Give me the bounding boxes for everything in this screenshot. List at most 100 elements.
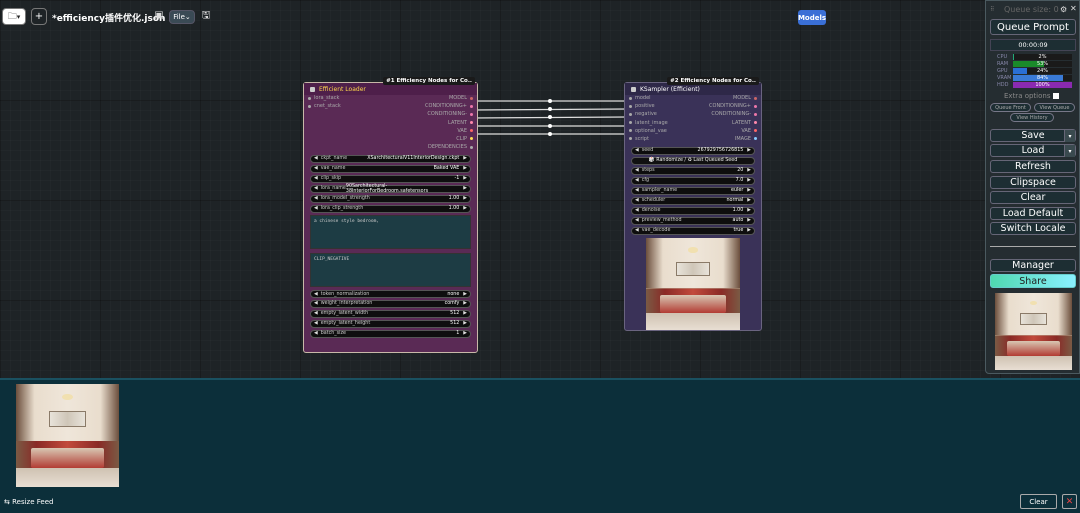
arrow-left-icon[interactable]: ◀ xyxy=(314,166,318,171)
view-queue-button[interactable]: View Queue xyxy=(1034,103,1075,112)
input-slot[interactable]: model xyxy=(629,95,651,101)
input-slot[interactable]: cnet_stack xyxy=(308,103,341,109)
dropdown-icon[interactable]: ▾ xyxy=(1064,130,1075,142)
efficient-loader-node[interactable]: #1 Efficiency Nodes for Co.. Efficient L… xyxy=(303,77,478,353)
widget-node2.widgets-2[interactable]: ◀ sampler_name euler ▶ xyxy=(631,186,755,195)
arrow-left-icon[interactable]: ◀ xyxy=(314,156,318,161)
output-slot[interactable]: CONDITIONING- xyxy=(711,111,757,117)
arrow-left-icon[interactable]: ◀ xyxy=(314,301,318,306)
seed-widget[interactable]: ◀ seed 267929756726815 ▶ xyxy=(631,146,755,155)
menu-button-switch-locale[interactable]: Switch Locale xyxy=(990,222,1076,235)
output-slot[interactable]: CONDITIONING- xyxy=(427,111,473,117)
arrow-right-icon[interactable]: ▶ xyxy=(747,198,751,203)
output-slot[interactable]: DEPENDENCIES xyxy=(428,144,473,150)
widget-node1.widgets_top-2[interactable]: ◀ clip_skip -1 ▶ xyxy=(310,174,471,183)
widget-node2.widgets-4[interactable]: ◀ denoise 1.00 ▶ xyxy=(631,206,755,215)
menu-button-clipspace[interactable]: Clipspace xyxy=(990,176,1076,189)
arrow-left-icon[interactable]: ◀ xyxy=(635,148,639,153)
arrow-right-icon[interactable]: ▶ xyxy=(747,188,751,193)
arrow-right-icon[interactable]: ▶ xyxy=(463,292,467,297)
negative-prompt-textarea[interactable]: CLIP_NEGATIVE xyxy=(310,252,471,287)
output-slot[interactable]: MODEL xyxy=(733,95,757,101)
arrow-right-icon[interactable]: ▶ xyxy=(747,228,751,233)
input-slot[interactable]: latent_image xyxy=(629,120,668,126)
arrow-right-icon[interactable]: ▶ xyxy=(463,196,467,201)
positive-prompt-textarea[interactable]: a chinese style bedroom, xyxy=(310,214,471,249)
randomize-seed-button[interactable]: 🎲 Randomize / ♻ Last Queued Seed xyxy=(631,156,755,165)
arrow-left-icon[interactable]: ◀ xyxy=(314,206,318,211)
arrow-right-icon[interactable]: ▶ xyxy=(463,156,467,161)
arrow-left-icon[interactable]: ◀ xyxy=(314,176,318,181)
close-feed-icon[interactable]: ✕ xyxy=(1062,494,1077,509)
arrow-left-icon[interactable]: ◀ xyxy=(314,186,318,191)
arrow-left-icon[interactable]: ◀ xyxy=(314,292,318,297)
arrow-left-icon[interactable]: ◀ xyxy=(314,311,318,316)
widget-node2.widgets-1[interactable]: ◀ cfg 7.0 ▶ xyxy=(631,176,755,185)
output-slot[interactable]: CONDITIONING+ xyxy=(709,103,757,109)
widget-node1.widgets_bottom-4[interactable]: ◀ batch_size 1 ▶ xyxy=(310,329,471,339)
menu-button-load-default[interactable]: Load Default xyxy=(990,207,1076,220)
arrow-right-icon[interactable]: ▶ xyxy=(463,321,467,326)
menu-button-save[interactable]: Save ▾ xyxy=(990,129,1076,142)
output-slot[interactable]: VAE xyxy=(741,128,757,134)
input-slot[interactable]: optional_vae xyxy=(629,128,667,134)
widget-node1.widgets_top-0[interactable]: ◀ ckpt_name XSarchitecturalV11InteriorDesi… xyxy=(310,154,471,163)
arrow-right-icon[interactable]: ▶ xyxy=(747,178,751,183)
input-slot[interactable]: negative xyxy=(629,111,657,117)
widget-node1.widgets_top-3[interactable]: ◀ lora_name 90Sarchitectural-38InteriorFor… xyxy=(310,184,471,194)
widget-node2.widgets-5[interactable]: ◀ preview_method auto ▶ xyxy=(631,216,755,225)
menu-button-clear[interactable]: Clear xyxy=(990,191,1076,204)
widget-node2.widgets-0[interactable]: ◀ steps 20 ▶ xyxy=(631,166,755,175)
widget-node1.widgets_bottom-2[interactable]: ◀ empty_latent_width 512 ▶ xyxy=(310,309,471,319)
arrow-right-icon[interactable]: ▶ xyxy=(747,168,751,173)
output-slot[interactable]: IMAGE xyxy=(735,136,757,142)
extra-options-toggle[interactable]: Extra options xyxy=(1004,92,1060,100)
share-button[interactable]: Share xyxy=(990,274,1076,288)
input-slot[interactable]: lora_stack xyxy=(308,95,339,101)
input-slot[interactable]: positive xyxy=(629,103,655,109)
arrow-right-icon[interactable]: ▶ xyxy=(463,176,467,181)
arrow-right-icon[interactable]: ▶ xyxy=(747,218,751,223)
clear-feed-button[interactable]: Clear xyxy=(1020,494,1057,509)
arrow-left-icon[interactable]: ◀ xyxy=(635,168,639,173)
graph-canvas[interactable]: 🗀 ▾ + *efficiency插件优化.json 3 ▣ File ⌄ 🖫 Mo… xyxy=(0,0,1080,378)
queue-front-button[interactable]: Queue Front xyxy=(990,103,1031,112)
arrow-right-icon[interactable]: ▶ xyxy=(463,331,467,336)
dropdown-icon[interactable]: ▾ xyxy=(1064,145,1075,157)
widget-node1.widgets_top-1[interactable]: ◀ vae_name Baked VAE ▶ xyxy=(310,164,471,173)
output-slot[interactable]: LATENT xyxy=(732,120,757,126)
arrow-right-icon[interactable]: ▶ xyxy=(463,206,467,211)
queue-prompt-button[interactable]: Queue Prompt xyxy=(990,19,1076,35)
widget-node1.widgets_bottom-0[interactable]: ◀ token_normalization none ▶ xyxy=(310,289,471,299)
feed-image[interactable] xyxy=(16,384,119,487)
arrow-right-icon[interactable]: ▶ xyxy=(463,186,467,191)
collapse-dot-icon[interactable] xyxy=(631,86,636,92)
view-history-button[interactable]: View History xyxy=(1010,113,1054,122)
arrow-left-icon[interactable]: ◀ xyxy=(635,188,639,193)
arrow-left-icon[interactable]: ◀ xyxy=(314,196,318,201)
widget-node2.widgets-6[interactable]: ◀ vae_decode true ▶ xyxy=(631,226,755,235)
manager-button[interactable]: Manager xyxy=(990,259,1076,272)
menu-button-refresh[interactable]: Refresh xyxy=(990,160,1076,173)
arrow-left-icon[interactable]: ◀ xyxy=(635,218,639,223)
drag-handle-icon[interactable]: ⠿ xyxy=(990,6,994,13)
arrow-right-icon[interactable]: ▶ xyxy=(463,166,467,171)
output-slot[interactable]: MODEL xyxy=(449,95,473,101)
collapse-dot-icon[interactable] xyxy=(310,86,315,92)
widget-node1.widgets_bottom-1[interactable]: ◀ weight_interpretation comfy ▶ xyxy=(310,299,471,309)
ksampler-efficient-node[interactable]: #2 Efficiency Nodes for Co.. KSampler (E… xyxy=(624,77,762,331)
output-slot[interactable]: CONDITIONING+ xyxy=(425,103,473,109)
arrow-left-icon[interactable]: ◀ xyxy=(635,208,639,213)
extra-options-checkbox[interactable] xyxy=(1053,93,1060,99)
arrow-right-icon[interactable]: ▶ xyxy=(747,208,751,213)
widget-node2.widgets-3[interactable]: ◀ scheduler normal ▶ xyxy=(631,196,755,205)
arrow-left-icon[interactable]: ◀ xyxy=(635,178,639,183)
menu-button-load[interactable]: Load ▾ xyxy=(990,144,1076,157)
gear-icon[interactable]: ⚙ xyxy=(1060,5,1067,14)
widget-node1.widgets_bottom-3[interactable]: ◀ empty_latent_height 512 ▶ xyxy=(310,319,471,329)
resize-feed-button[interactable]: ⇆ Resize Feed xyxy=(4,498,53,506)
arrow-left-icon[interactable]: ◀ xyxy=(314,331,318,336)
arrow-left-icon[interactable]: ◀ xyxy=(635,228,639,233)
arrow-right-icon[interactable]: ▶ xyxy=(463,311,467,316)
arrow-left-icon[interactable]: ◀ xyxy=(635,198,639,203)
